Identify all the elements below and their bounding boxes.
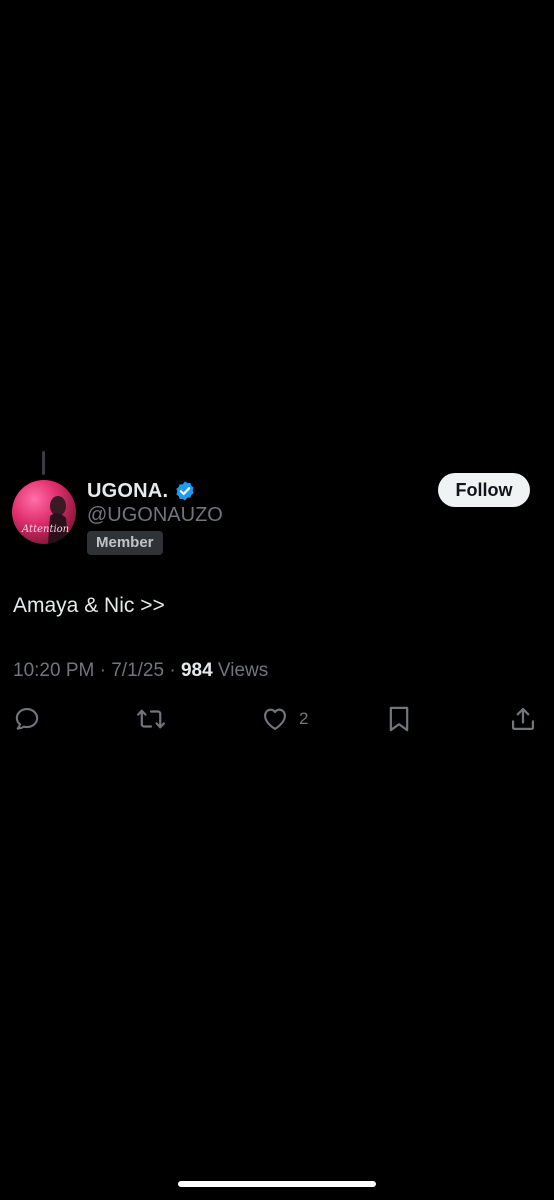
tweet-time[interactable]: 10:20 PM: [13, 660, 94, 681]
meta-separator: ·: [99, 660, 106, 681]
member-badge: Member: [87, 531, 163, 555]
retweet-icon: [136, 709, 166, 729]
avatar-lettering: Attention: [21, 524, 69, 535]
meta-separator: ·: [169, 660, 176, 681]
author-display-name[interactable]: UGONA.: [87, 480, 168, 503]
reply-icon: [15, 708, 39, 730]
avatar-image: Attention: [12, 480, 76, 544]
bookmark-button[interactable]: [386, 705, 412, 733]
share-button[interactable]: [509, 705, 537, 733]
reply-button[interactable]: [13, 705, 41, 733]
home-indicator[interactable]: [178, 1181, 376, 1187]
heart-icon: [264, 708, 286, 730]
tweet-meta: 10:20 PM · 7/1/25 · 984 Views: [13, 659, 268, 683]
author-name-row: UGONA.: [87, 478, 196, 504]
retweet-button[interactable]: [136, 705, 166, 733]
follow-button[interactable]: Follow: [438, 473, 530, 507]
thread-connector-line: [42, 451, 45, 475]
verified-badge-icon: [176, 481, 194, 501]
views-label: Views: [217, 660, 269, 681]
like-button[interactable]: 2: [261, 705, 308, 733]
views-count[interactable]: 984: [181, 660, 213, 681]
share-icon: [511, 707, 535, 731]
tweet-text: Amaya & Nic >>: [13, 594, 165, 617]
bookmark-icon: [389, 706, 409, 732]
like-count: 2: [299, 709, 309, 728]
tweet-date[interactable]: 7/1/25: [111, 660, 164, 681]
avatar[interactable]: Attention: [12, 480, 76, 544]
author-handle[interactable]: @UGONAUZO: [87, 503, 223, 527]
